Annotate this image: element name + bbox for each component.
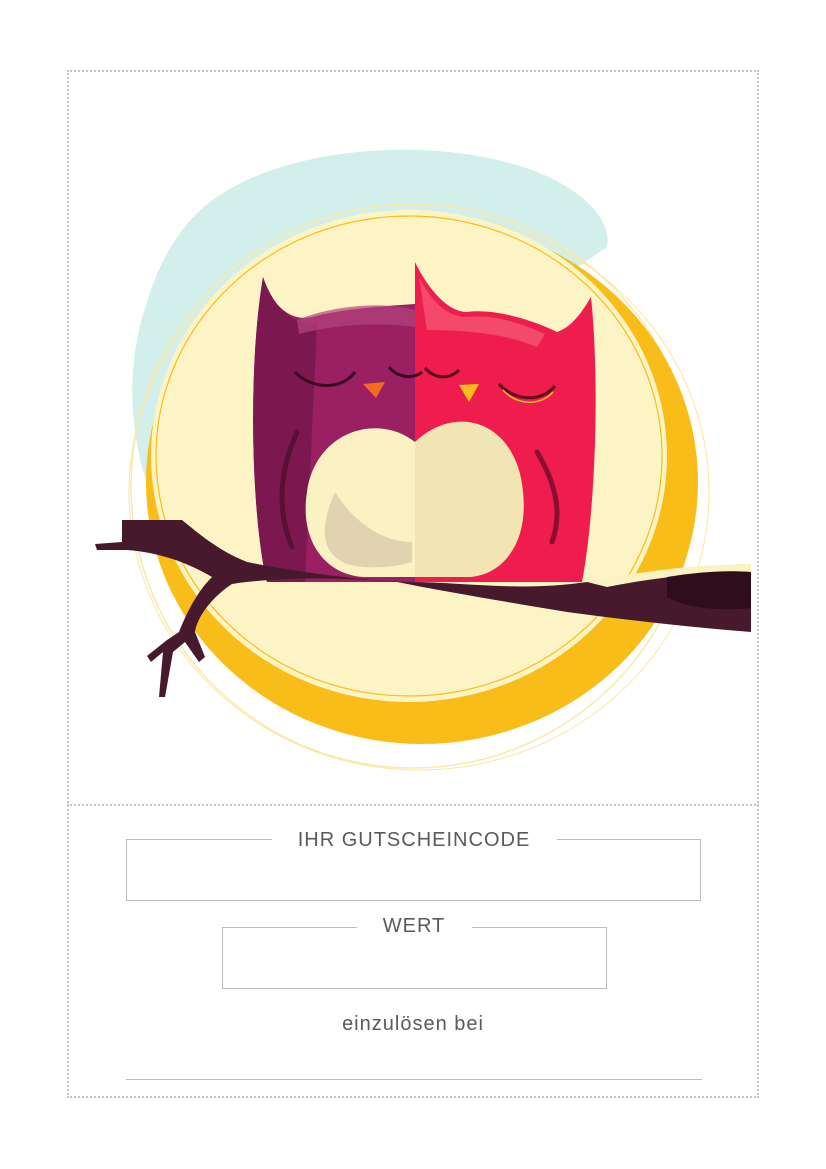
owls-illustration [67,72,759,804]
owls-on-branch-image [95,149,751,771]
redeem-text: einzulösen bei [342,1013,484,1035]
section-divider [67,804,759,806]
voucher-code-label: IHR GUTSCHEINCODE [271,828,557,852]
voucher-value-label: WERT [356,914,472,938]
redeem-location-line[interactable] [126,1079,702,1080]
